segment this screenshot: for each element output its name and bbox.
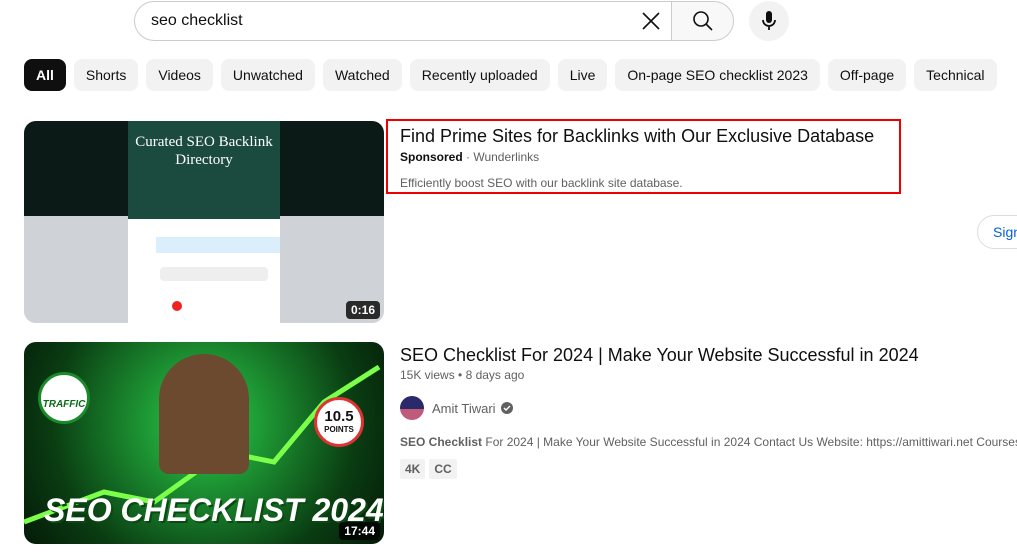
badge-cc: CC bbox=[429, 459, 457, 479]
traffic-badge: TRAFFIC bbox=[38, 372, 90, 424]
points-label: POINTS bbox=[324, 425, 354, 434]
chip-videos[interactable]: Videos bbox=[146, 59, 213, 91]
chip-live[interactable]: Live bbox=[557, 59, 608, 91]
video-title[interactable]: SEO Checklist For 2024 | Make Your Websi… bbox=[400, 342, 1017, 368]
duration-badge: 17:44 bbox=[339, 522, 380, 540]
chip-unwatched[interactable]: Unwatched bbox=[220, 59, 315, 91]
clear-search-button[interactable] bbox=[631, 1, 671, 41]
video-description: For 2024 | Make Your Website Successful … bbox=[482, 435, 1017, 449]
voice-search-button[interactable] bbox=[749, 1, 789, 41]
sponsored-label: Sponsored bbox=[400, 150, 463, 164]
badge-4k: 4K bbox=[400, 459, 426, 479]
duration-badge: 0:16 bbox=[345, 301, 380, 319]
chip-off-page[interactable]: Off-page bbox=[827, 59, 907, 91]
ad-thumbnail[interactable]: Curated SEO Backlink Directory 0:16 bbox=[24, 121, 384, 323]
verified-icon bbox=[500, 402, 513, 414]
ad-title[interactable]: Find Prime Sites for Backlinks with Our … bbox=[400, 123, 887, 149]
chip-watched[interactable]: Watched bbox=[322, 59, 402, 91]
sign-up-button[interactable]: Sign up bbox=[977, 215, 1017, 249]
channel-link[interactable]: Amit Tiwari bbox=[400, 396, 1017, 420]
description-highlight: SEO Checklist bbox=[400, 435, 483, 449]
microphone-icon bbox=[762, 11, 776, 30]
sponsored-ad[interactable]: Find Prime Sites for Backlinks with Our … bbox=[386, 119, 901, 194]
search-icon bbox=[692, 11, 713, 31]
chip-shorts[interactable]: Shorts bbox=[73, 59, 139, 91]
thumbnail-caption: Curated SEO Backlink Directory bbox=[128, 121, 280, 219]
search-button[interactable] bbox=[671, 1, 734, 41]
chip-technical[interactable]: Technical bbox=[914, 59, 997, 91]
chip-on-page[interactable]: On-page SEO checklist 2023 bbox=[615, 59, 820, 91]
avatar[interactable] bbox=[400, 396, 424, 420]
video-thumbnail[interactable]: TRAFFIC 10.5 POINTS SEO CHECKLIST 2024 17… bbox=[24, 342, 384, 544]
chip-all[interactable]: All bbox=[24, 59, 66, 91]
view-count: 15K views bbox=[400, 368, 455, 382]
search-box[interactable] bbox=[134, 1, 671, 41]
chip-recently-uploaded[interactable]: Recently uploaded bbox=[409, 59, 550, 91]
thumbnail-text: SEO CHECKLIST 2024 bbox=[44, 492, 384, 528]
channel-name[interactable]: Amit Tiwari bbox=[432, 401, 496, 416]
points-value: 10.5 bbox=[324, 408, 354, 425]
upload-age: 8 days ago bbox=[465, 368, 525, 382]
video-result: SEO Checklist For 2024 | Make Your Websi… bbox=[400, 342, 1017, 479]
close-icon bbox=[642, 12, 660, 30]
filter-chips: All Shorts Videos Unwatched Watched Rece… bbox=[24, 59, 997, 91]
advertiser-name[interactable]: Wunderlinks bbox=[473, 150, 539, 164]
ad-description: Efficiently boost SEO with our backlink … bbox=[400, 176, 683, 190]
search-input[interactable] bbox=[151, 12, 631, 30]
